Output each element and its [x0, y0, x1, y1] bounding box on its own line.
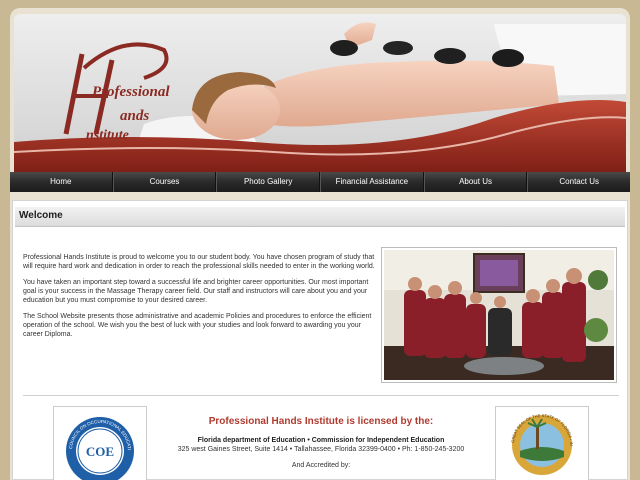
welcome-header-bar: Welcome — [15, 207, 625, 227]
page-title: Welcome — [19, 210, 63, 221]
florida-seal-icon: GREAT SEAL OF THE STATE OF FLORIDA • IN … — [494, 403, 574, 475]
coe-seal-icon: COE COUNCIL ON OCCUPATIONAL EDUCATION — [52, 403, 134, 480]
license-address: 325 west Gaines Street, Suite 1414 • Tal… — [177, 446, 465, 453]
nav-home[interactable]: Home — [10, 172, 113, 192]
nav-contact-us[interactable]: Contact Us — [527, 172, 630, 192]
staff-group-photo — [381, 247, 617, 383]
logo-line-professional: Professional — [92, 84, 170, 100]
accredited-by-label: And Accredited by: — [291, 462, 351, 469]
nav-about-us[interactable]: About Us — [423, 172, 528, 192]
section-divider — [23, 395, 619, 396]
welcome-text: Professional Hands Institute is proud to… — [23, 253, 375, 346]
main-content: Welcome Professional Hands Institute is … — [12, 200, 628, 480]
nav-photo-gallery[interactable]: Photo Gallery — [216, 172, 321, 192]
coe-seal-text: COE — [86, 444, 114, 459]
coe-accreditation-badge[interactable]: COE COUNCIL ON OCCUPATIONAL EDUCATION — [52, 403, 147, 480]
header-banner: Professional ands nstitute — [14, 14, 626, 172]
florida-seal-badge[interactable]: GREAT SEAL OF THE STATE OF FLORIDA • IN … — [494, 403, 589, 480]
logo-line-hands: ands — [120, 108, 150, 124]
nav-financial-assistance[interactable]: Financial Assistance — [320, 172, 424, 192]
main-nav: Home Courses Photo Gallery Financial Ass… — [10, 172, 630, 192]
nav-courses[interactable]: Courses — [112, 172, 217, 192]
welcome-paragraph-1: Professional Hands Institute is proud to… — [23, 254, 375, 270]
license-authority: Florida department of Education • Commis… — [197, 437, 445, 444]
welcome-paragraph-2: You have taken an important step toward … — [23, 279, 369, 304]
welcome-paragraph-3: The School Website presents those admini… — [23, 313, 372, 338]
license-title: Professional Hands Institute is licensed… — [208, 416, 434, 427]
logo-line-institute: nstitute — [86, 128, 129, 143]
